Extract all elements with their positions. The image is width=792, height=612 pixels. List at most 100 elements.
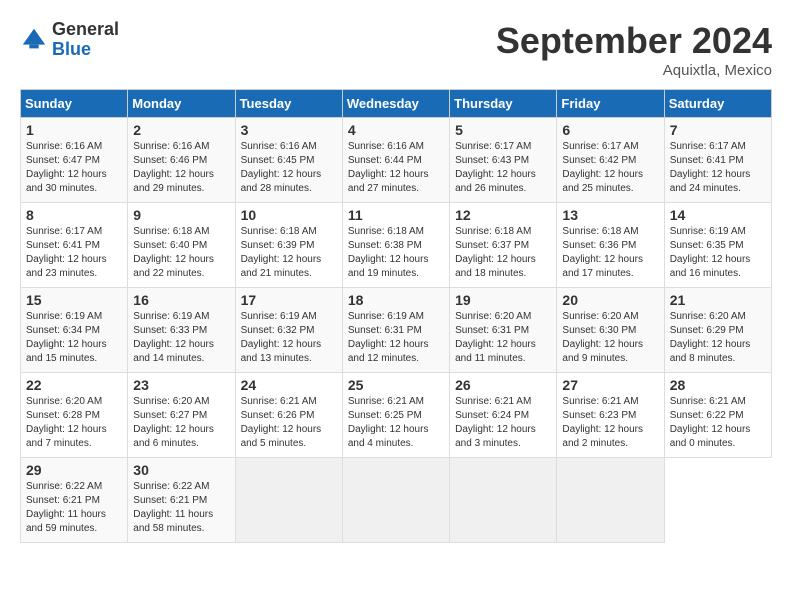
table-row: 29 Sunrise: 6:22 AM Sunset: 6:21 PM Dayli… — [21, 458, 128, 543]
day-detail: Sunrise: 6:19 AM Sunset: 6:31 PM Dayligh… — [348, 310, 444, 366]
day-detail: Sunrise: 6:20 AM Sunset: 6:30 PM Dayligh… — [562, 310, 658, 366]
table-row: 25Sunrise: 6:21 AM Sunset: 6:25 PM Dayli… — [342, 373, 449, 458]
day-number: 22 — [26, 377, 122, 393]
day-number: 16 — [133, 292, 229, 308]
day-detail: Sunrise: 6:19 AM Sunset: 6:34 PM Dayligh… — [26, 310, 122, 366]
table-row: 12 Sunrise: 6:18 AM Sunset: 6:37 PM Dayli… — [450, 203, 557, 288]
day-number: 5 — [455, 122, 551, 138]
logo-blue-text: Blue — [52, 40, 119, 60]
table-row: 15 Sunrise: 6:19 AM Sunset: 6:34 PM Dayli… — [21, 288, 128, 373]
table-row — [450, 458, 557, 543]
calendar-week-row: 8 Sunrise: 6:17 AM Sunset: 6:41 PM Daylig… — [21, 203, 772, 288]
month-title: September 2024 — [496, 20, 772, 62]
table-row: 19 Sunrise: 6:20 AM Sunset: 6:31 PM Dayli… — [450, 288, 557, 373]
location-label: Aquixtla, Mexico — [496, 62, 772, 79]
logo-general-text: General — [52, 20, 119, 40]
table-row — [557, 458, 664, 543]
day-number: 21 — [670, 292, 766, 308]
table-row: 7Sunrise: 6:17 AM Sunset: 6:41 PM Daylig… — [664, 118, 771, 203]
day-detail: Sunrise: 6:18 AM Sunset: 6:39 PM Dayligh… — [241, 225, 337, 281]
day-number: 12 — [455, 207, 551, 223]
day-number: 9 — [133, 207, 229, 223]
day-detail: Sunrise: 6:16 AM Sunset: 6:45 PM Dayligh… — [241, 140, 337, 196]
day-detail: Sunrise: 6:19 AM Sunset: 6:32 PM Dayligh… — [241, 310, 337, 366]
day-detail: Sunrise: 6:17 AM Sunset: 6:43 PM Dayligh… — [455, 140, 551, 196]
day-detail: Sunrise: 6:22 AM Sunset: 6:21 PM Dayligh… — [26, 480, 122, 536]
title-block: September 2024 Aquixtla, Mexico — [496, 20, 772, 79]
table-row: 10 Sunrise: 6:18 AM Sunset: 6:39 PM Dayli… — [235, 203, 342, 288]
day-detail: Sunrise: 6:21 AM Sunset: 6:25 PM Dayligh… — [348, 395, 444, 451]
day-detail: Sunrise: 6:20 AM Sunset: 6:31 PM Dayligh… — [455, 310, 551, 366]
logo: General Blue — [20, 20, 119, 60]
day-detail: Sunrise: 6:18 AM Sunset: 6:38 PM Dayligh… — [348, 225, 444, 281]
calendar-header-row: Sunday Monday Tuesday Wednesday Thursday… — [21, 90, 772, 118]
day-detail: Sunrise: 6:19 AM Sunset: 6:35 PM Dayligh… — [670, 225, 766, 281]
col-saturday: Saturday — [664, 90, 771, 118]
calendar-week-row: 1 Sunrise: 6:16 AM Sunset: 6:47 PM Daylig… — [21, 118, 772, 203]
table-row: 13 Sunrise: 6:18 AM Sunset: 6:36 PM Dayli… — [557, 203, 664, 288]
table-row: 21 Sunrise: 6:20 AM Sunset: 6:29 PM Dayli… — [664, 288, 771, 373]
day-number: 27 — [562, 377, 658, 393]
table-row: 28Sunrise: 6:21 AM Sunset: 6:22 PM Dayli… — [664, 373, 771, 458]
day-number: 1 — [26, 122, 122, 138]
page-header: General Blue September 2024 Aquixtla, Me… — [20, 20, 772, 79]
calendar-week-row: 22Sunrise: 6:20 AM Sunset: 6:28 PM Dayli… — [21, 373, 772, 458]
table-row: 2 Sunrise: 6:16 AM Sunset: 6:46 PM Daylig… — [128, 118, 235, 203]
day-detail: Sunrise: 6:19 AM Sunset: 6:33 PM Dayligh… — [133, 310, 229, 366]
table-row: 22Sunrise: 6:20 AM Sunset: 6:28 PM Dayli… — [21, 373, 128, 458]
day-detail: Sunrise: 6:21 AM Sunset: 6:24 PM Dayligh… — [455, 395, 551, 451]
table-row — [235, 458, 342, 543]
table-row: 26 Sunrise: 6:21 AM Sunset: 6:24 PM Dayli… — [450, 373, 557, 458]
col-tuesday: Tuesday — [235, 90, 342, 118]
table-row: 6 Sunrise: 6:17 AM Sunset: 6:42 PM Daylig… — [557, 118, 664, 203]
day-number: 19 — [455, 292, 551, 308]
day-number: 24 — [241, 377, 337, 393]
logo-icon — [20, 26, 48, 54]
table-row: 23Sunrise: 6:20 AM Sunset: 6:27 PM Dayli… — [128, 373, 235, 458]
day-number: 6 — [562, 122, 658, 138]
day-detail: Sunrise: 6:20 AM Sunset: 6:29 PM Dayligh… — [670, 310, 766, 366]
calendar-week-row: 29 Sunrise: 6:22 AM Sunset: 6:21 PM Dayli… — [21, 458, 772, 543]
col-monday: Monday — [128, 90, 235, 118]
day-number: 26 — [455, 377, 551, 393]
day-number: 2 — [133, 122, 229, 138]
day-number: 18 — [348, 292, 444, 308]
day-number: 3 — [241, 122, 337, 138]
day-number: 8 — [26, 207, 122, 223]
day-number: 10 — [241, 207, 337, 223]
table-row: 14Sunrise: 6:19 AM Sunset: 6:35 PM Dayli… — [664, 203, 771, 288]
table-row: 8 Sunrise: 6:17 AM Sunset: 6:41 PM Daylig… — [21, 203, 128, 288]
day-detail: Sunrise: 6:16 AM Sunset: 6:44 PM Dayligh… — [348, 140, 444, 196]
day-detail: Sunrise: 6:18 AM Sunset: 6:37 PM Dayligh… — [455, 225, 551, 281]
table-row: 5 Sunrise: 6:17 AM Sunset: 6:43 PM Daylig… — [450, 118, 557, 203]
table-row: 9 Sunrise: 6:18 AM Sunset: 6:40 PM Daylig… — [128, 203, 235, 288]
table-row — [342, 458, 449, 543]
day-number: 15 — [26, 292, 122, 308]
calendar-table: Sunday Monday Tuesday Wednesday Thursday… — [20, 89, 772, 543]
table-row: 27 Sunrise: 6:21 AM Sunset: 6:23 PM Dayli… — [557, 373, 664, 458]
col-wednesday: Wednesday — [342, 90, 449, 118]
table-row: 1 Sunrise: 6:16 AM Sunset: 6:47 PM Daylig… — [21, 118, 128, 203]
day-detail: Sunrise: 6:22 AM Sunset: 6:21 PM Dayligh… — [133, 480, 229, 536]
table-row: 11Sunrise: 6:18 AM Sunset: 6:38 PM Dayli… — [342, 203, 449, 288]
day-detail: Sunrise: 6:16 AM Sunset: 6:47 PM Dayligh… — [26, 140, 122, 196]
logo-text: General Blue — [52, 20, 119, 60]
table-row: 17 Sunrise: 6:19 AM Sunset: 6:32 PM Dayli… — [235, 288, 342, 373]
day-detail: Sunrise: 6:18 AM Sunset: 6:40 PM Dayligh… — [133, 225, 229, 281]
day-number: 23 — [133, 377, 229, 393]
col-sunday: Sunday — [21, 90, 128, 118]
table-row: 3 Sunrise: 6:16 AM Sunset: 6:45 PM Daylig… — [235, 118, 342, 203]
day-number: 29 — [26, 462, 122, 478]
day-number: 13 — [562, 207, 658, 223]
day-detail: Sunrise: 6:16 AM Sunset: 6:46 PM Dayligh… — [133, 140, 229, 196]
day-number: 17 — [241, 292, 337, 308]
day-detail: Sunrise: 6:21 AM Sunset: 6:23 PM Dayligh… — [562, 395, 658, 451]
calendar-week-row: 15 Sunrise: 6:19 AM Sunset: 6:34 PM Dayli… — [21, 288, 772, 373]
day-number: 7 — [670, 122, 766, 138]
day-detail: Sunrise: 6:18 AM Sunset: 6:36 PM Dayligh… — [562, 225, 658, 281]
day-detail: Sunrise: 6:21 AM Sunset: 6:26 PM Dayligh… — [241, 395, 337, 451]
day-detail: Sunrise: 6:17 AM Sunset: 6:41 PM Dayligh… — [26, 225, 122, 281]
day-detail: Sunrise: 6:17 AM Sunset: 6:42 PM Dayligh… — [562, 140, 658, 196]
table-row: 20Sunrise: 6:20 AM Sunset: 6:30 PM Dayli… — [557, 288, 664, 373]
day-detail: Sunrise: 6:21 AM Sunset: 6:22 PM Dayligh… — [670, 395, 766, 451]
